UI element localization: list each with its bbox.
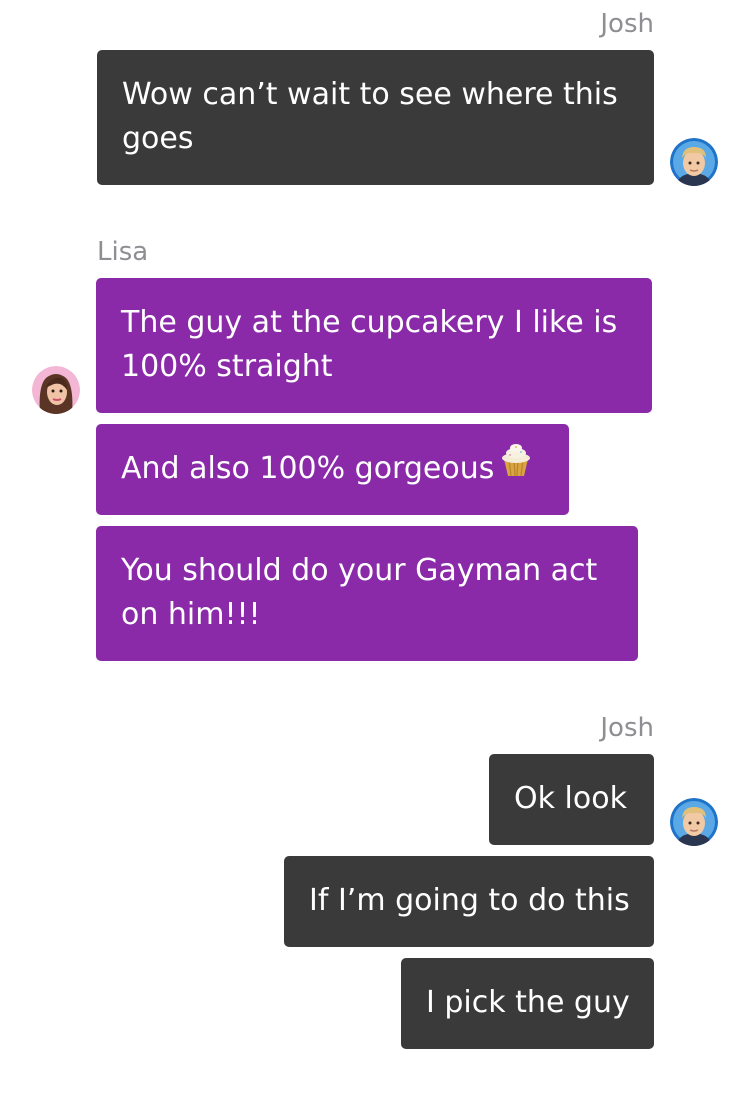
cupcake-emoji-icon xyxy=(497,441,535,492)
message-bubble-lisa[interactable]: And also 100% gorgeous xyxy=(96,424,569,515)
lisa-avatar-icon[interactable] xyxy=(32,366,80,414)
message-text: The guy at the cupcakery I like is 100% … xyxy=(121,305,618,384)
message-text: And also 100% gorgeous xyxy=(121,451,495,486)
message-bubble-josh[interactable]: Ok look xyxy=(489,754,654,845)
message-text: Ok look xyxy=(514,781,627,816)
message-bubble-lisa[interactable]: You should do your Gayman act on him!!! xyxy=(96,526,638,661)
sender-name-lisa: Lisa xyxy=(97,237,149,267)
message-text: I pick the guy xyxy=(426,985,630,1020)
message-bubble-josh[interactable]: I pick the guy xyxy=(401,958,654,1049)
message-text: If I’m going to do this xyxy=(309,883,630,918)
sender-name-josh: Josh xyxy=(600,713,654,743)
message-text: You should do your Gayman act on him!!! xyxy=(121,553,598,632)
message-bubble-josh[interactable]: Wow can’t wait to see where this goes xyxy=(97,50,654,185)
sender-name-josh: Josh xyxy=(600,9,654,39)
josh-avatar-icon[interactable] xyxy=(670,138,718,186)
josh-avatar-icon[interactable] xyxy=(670,798,718,846)
message-bubble-lisa[interactable]: The guy at the cupcakery I like is 100% … xyxy=(96,278,652,413)
message-bubble-josh[interactable]: If I’m going to do this xyxy=(284,856,654,947)
message-text: Wow can’t wait to see where this goes xyxy=(122,77,618,156)
